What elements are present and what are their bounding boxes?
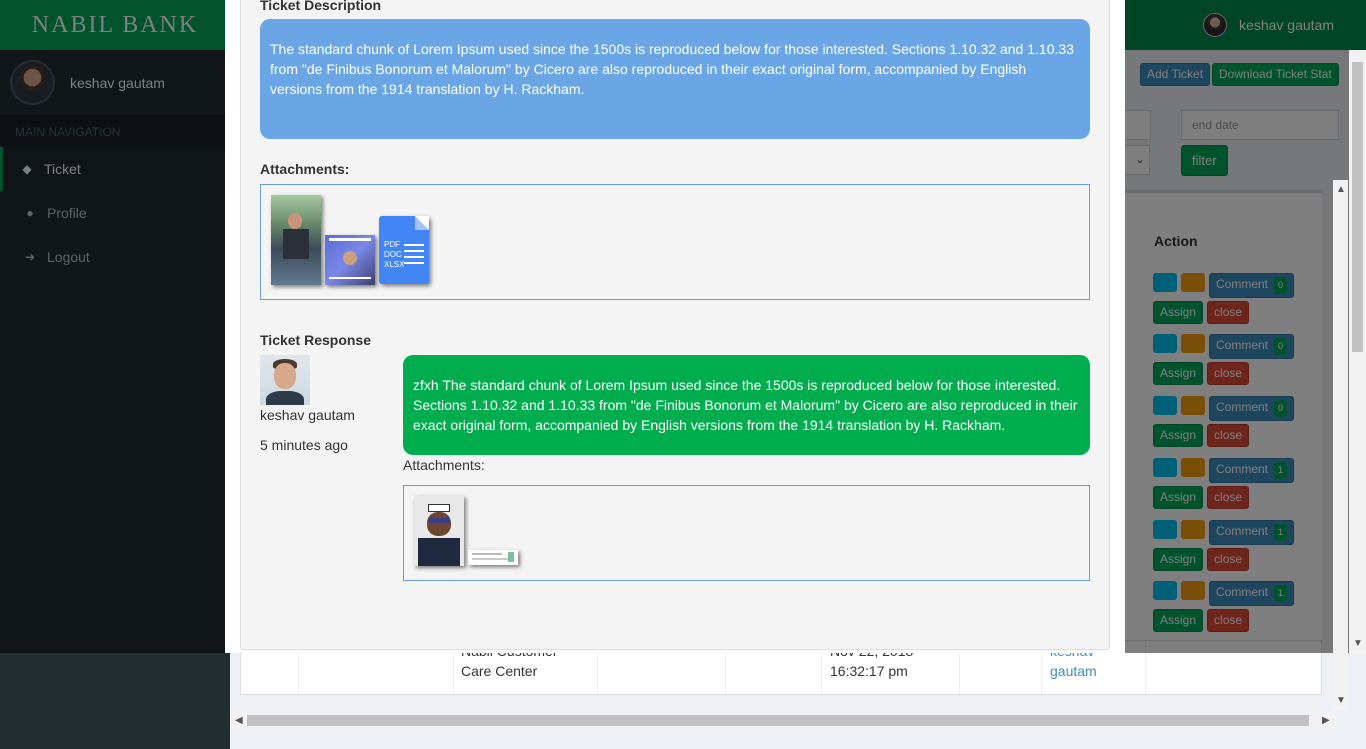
attachment-photo-thumbnail[interactable]: [414, 496, 464, 566]
inner-vertical-scrollbar[interactable]: ▲ ▼: [1333, 180, 1348, 710]
response-message: zfxh The standard chunk of Lorem Ipsum u…: [403, 355, 1090, 455]
attachments-title: Attachments:: [260, 161, 350, 177]
scroll-up-icon[interactable]: ▲: [1336, 184, 1346, 195]
scrollbar-thumb[interactable]: [247, 715, 1309, 726]
ticket-description-text: The standard chunk of Lorem Ipsum used s…: [260, 19, 1090, 139]
response-attachments-label: Attachments:: [403, 457, 485, 473]
vertical-scrollbar[interactable]: ▼: [1349, 50, 1366, 654]
ticket-response-title: Ticket Response: [260, 332, 372, 348]
horizontal-scrollbar[interactable]: ◀ ▶: [230, 712, 1336, 729]
scroll-right-icon[interactable]: ▶: [1322, 715, 1330, 726]
response-time: 5 minutes ago: [260, 437, 348, 453]
attachment-screenshot-thumbnail[interactable]: [468, 550, 518, 565]
scroll-down-icon[interactable]: ▼: [1336, 695, 1346, 706]
scroll-down-icon[interactable]: ▼: [1353, 638, 1363, 649]
attachment-photo-thumbnail[interactable]: [271, 195, 321, 285]
document-icon[interactable]: PDF DOC XLSX: [379, 216, 429, 284]
scrollbar-thumb[interactable]: [1352, 62, 1363, 352]
scroll-left-icon[interactable]: ◀: [235, 715, 243, 726]
response-author: keshav gautam: [260, 407, 355, 423]
avatar: [260, 355, 310, 405]
ticket-description-title: Ticket Description: [260, 0, 382, 13]
response-attachments-box: [403, 485, 1090, 581]
attachment-poster-thumbnail[interactable]: [325, 235, 375, 285]
attachments-box: PDF DOC XLSX: [260, 184, 1090, 300]
